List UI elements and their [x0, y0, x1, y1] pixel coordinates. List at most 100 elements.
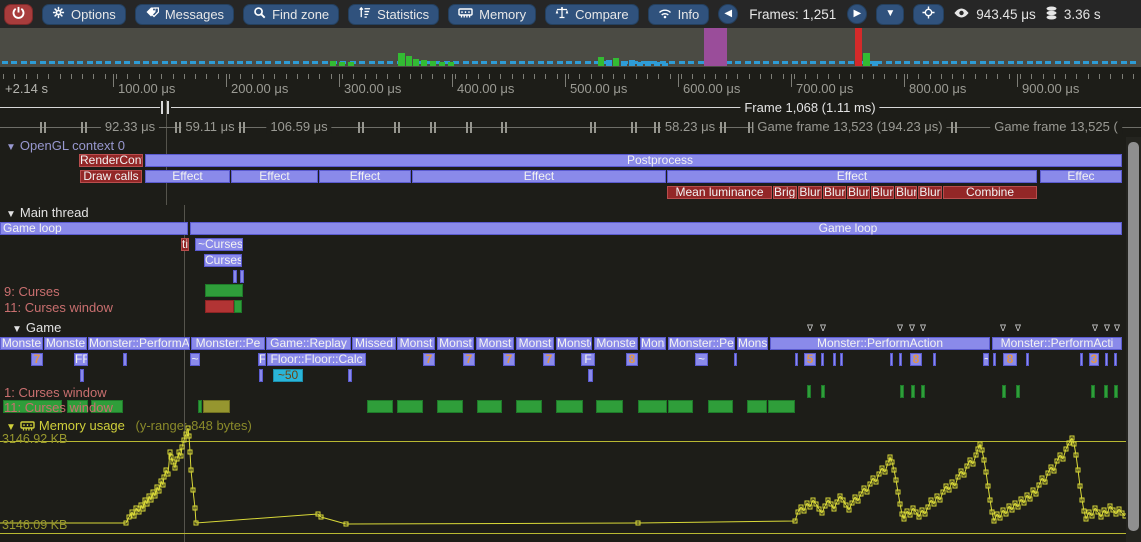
zone[interactable]: ti [181, 238, 189, 251]
zone[interactable]: Monste [556, 337, 592, 350]
histogram-bar[interactable] [637, 62, 643, 66]
compare-button[interactable]: Compare [545, 4, 638, 25]
section-header-memory[interactable]: ▼Memory usage (y-range: 848 bytes) [6, 418, 252, 435]
zone[interactable] [1026, 353, 1029, 366]
histogram-bar[interactable] [613, 58, 619, 66]
zone[interactable] [123, 353, 127, 366]
plot-bar[interactable] [668, 400, 693, 413]
find-zone-button[interactable]: Find zone [243, 4, 339, 25]
zone[interactable]: RenderCont [79, 154, 143, 167]
zone[interactable]: Game::Replay [266, 337, 351, 350]
zone[interactable]: Effect [319, 170, 411, 183]
plot-tick[interactable] [921, 385, 925, 398]
histogram-bar[interactable] [330, 61, 336, 66]
zone[interactable]: Mons [640, 337, 666, 350]
histogram-bar[interactable] [413, 59, 419, 66]
plot-bar[interactable] [234, 300, 242, 313]
plot-bar[interactable] [205, 300, 234, 313]
plot-bar[interactable] [768, 400, 795, 413]
plot-bar[interactable] [516, 400, 542, 413]
zone[interactable]: 7 [543, 353, 555, 366]
message-marker-icon[interactable]: ∇ [1114, 323, 1120, 334]
plot-tick[interactable] [1114, 385, 1118, 398]
plot-tick[interactable] [900, 385, 904, 398]
zone[interactable]: Effect [667, 170, 1037, 183]
goto-frame-button[interactable] [913, 4, 944, 25]
subframe-label[interactable]: Game frame 13,523 (194.23 μs) [753, 119, 946, 134]
plot-bar[interactable] [205, 284, 243, 297]
zone[interactable]: Monst [476, 337, 514, 350]
zone[interactable]: ~ [983, 353, 989, 366]
plot-bar[interactable] [747, 400, 767, 413]
histogram-bar[interactable] [406, 56, 412, 66]
zone[interactable] [821, 353, 824, 366]
plot-tick[interactable] [821, 385, 825, 398]
options-button[interactable]: Options [42, 4, 126, 25]
zone[interactable]: Monster::PerformA [88, 337, 190, 350]
histogram-bar[interactable] [448, 62, 454, 66]
histogram-bar[interactable] [598, 57, 604, 66]
zone[interactable]: Effec [1040, 170, 1122, 183]
frame-select-button[interactable]: ▼ [876, 4, 904, 25]
prev-frame-button[interactable]: ◀ [718, 4, 738, 24]
power-button[interactable] [4, 4, 33, 25]
info-button[interactable]: Info [648, 4, 710, 25]
statistics-button[interactable]: Statistics [348, 4, 439, 25]
zone[interactable] [993, 353, 996, 366]
message-marker-icon[interactable]: ∇ [920, 323, 926, 334]
zone[interactable] [259, 369, 263, 382]
zone[interactable]: Blur [871, 186, 894, 199]
histogram-bar[interactable] [654, 62, 660, 66]
histogram-bar[interactable] [621, 61, 627, 66]
zone[interactable]: Blur [847, 186, 870, 199]
plot-tick[interactable] [911, 385, 915, 398]
histogram-bar[interactable] [872, 61, 878, 66]
plot-bar[interactable] [477, 400, 502, 413]
plot-bar[interactable] [596, 400, 623, 413]
histogram-bar[interactable] [704, 28, 727, 66]
section-header-game[interactable]: ▼Game [12, 320, 61, 335]
histogram-bar[interactable] [662, 63, 668, 66]
message-marker-icon[interactable]: ∇ [1000, 323, 1006, 334]
histogram-bar[interactable] [629, 60, 635, 66]
subframe-label[interactable]: 59.11 μs [181, 119, 238, 134]
zone[interactable] [899, 353, 902, 366]
scrollbar-thumb[interactable] [1128, 142, 1139, 531]
message-marker-icon[interactable]: ∇ [909, 323, 915, 334]
zone[interactable]: 7 [463, 353, 475, 366]
zone[interactable]: 7 [423, 353, 435, 366]
zone[interactable]: F [258, 353, 266, 366]
frame-label[interactable]: Frame 1,068 (1.11 ms) [740, 100, 879, 115]
zone[interactable]: Curses [204, 254, 242, 267]
zone[interactable]: Monster::PerformAction [770, 337, 990, 350]
zone[interactable]: Blur [918, 186, 942, 199]
histogram-bar[interactable] [439, 62, 445, 66]
zone[interactable]: ~50 [273, 369, 303, 382]
plot-bar[interactable] [708, 400, 733, 413]
histogram-bar[interactable] [430, 61, 436, 66]
zone[interactable]: Monster::Pe [668, 337, 735, 350]
zone[interactable] [833, 353, 836, 366]
zone[interactable]: ~Curses [195, 238, 243, 251]
zone[interactable]: Floor::Floor::Calc [267, 353, 366, 366]
zone[interactable]: Monst [437, 337, 474, 350]
zone[interactable] [348, 369, 352, 382]
plot-bar[interactable] [437, 400, 463, 413]
zone[interactable]: 8 [1003, 353, 1017, 366]
plot-bar[interactable] [367, 400, 393, 413]
zone[interactable]: Mons [737, 337, 768, 350]
zone[interactable]: Monste [44, 337, 87, 350]
plot-bar[interactable] [638, 400, 667, 413]
histogram-bar[interactable] [855, 28, 862, 66]
message-marker-icon[interactable]: ∇ [1092, 323, 1098, 334]
zone[interactable]: Brigh [773, 186, 797, 199]
histogram-bar[interactable] [645, 61, 651, 66]
frame-histogram[interactable] [0, 28, 1141, 67]
zone[interactable]: Monste [0, 337, 43, 350]
plot-tick[interactable] [1104, 385, 1108, 398]
zone[interactable]: Monster::PerformActi [992, 337, 1122, 350]
message-marker-icon[interactable]: ∇ [897, 323, 903, 334]
zone[interactable]: ~ [695, 353, 708, 366]
message-marker-icon[interactable]: ∇ [807, 323, 813, 334]
plot-bar[interactable] [556, 400, 583, 413]
